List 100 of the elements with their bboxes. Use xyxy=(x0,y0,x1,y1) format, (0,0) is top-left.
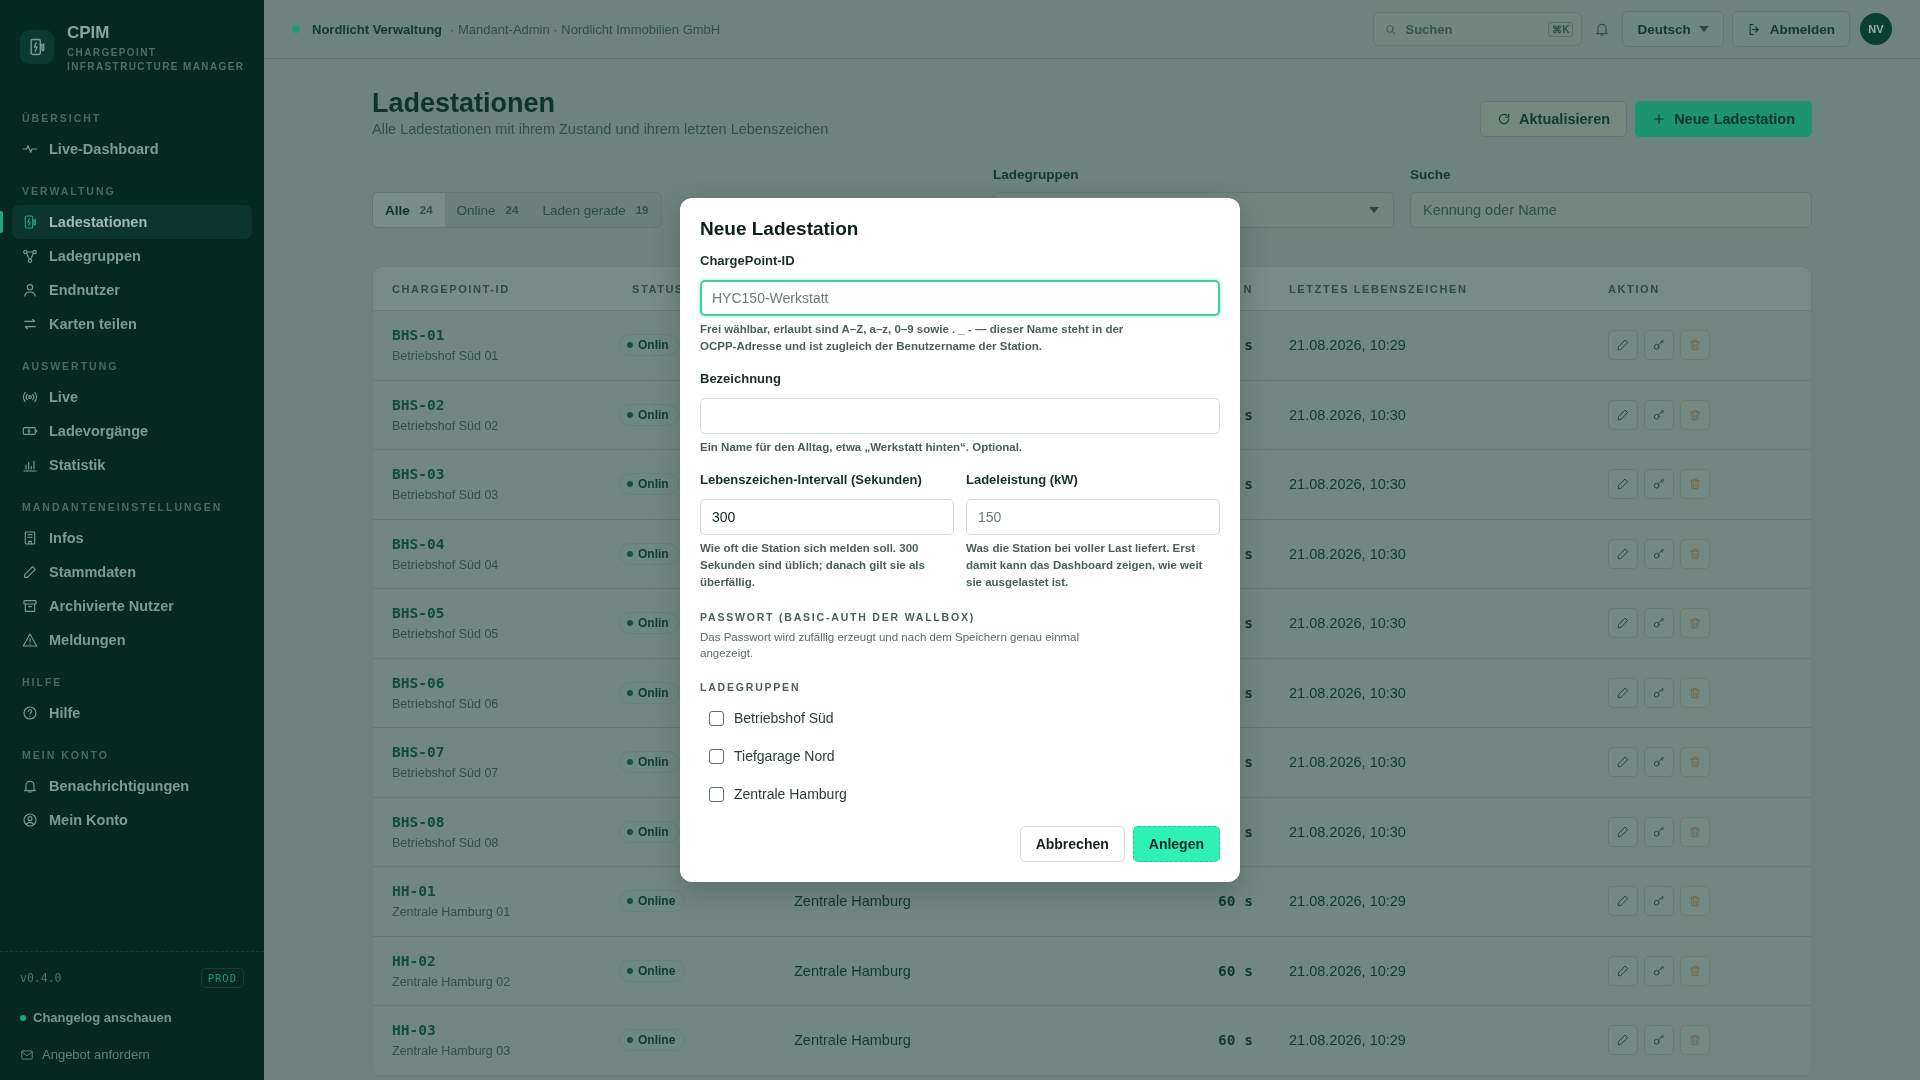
section-heading: MANDANTENEINSTELLUNGEN xyxy=(21,500,224,514)
search-field[interactable]: Kennung oder Name xyxy=(1410,192,1812,228)
page-title: Ladestationen xyxy=(372,87,557,119)
pencil-icon xyxy=(1616,685,1630,700)
key-button[interactable] xyxy=(1644,469,1674,500)
edit-button[interactable] xyxy=(1608,816,1638,847)
delete-button[interactable] xyxy=(1680,747,1710,778)
pencil-icon xyxy=(1616,894,1630,909)
last-seen-cell-text: 21.08.2026, 10:29 xyxy=(1288,962,1407,979)
filter-tab[interactable]: Alle 24 xyxy=(373,193,445,227)
delete-button[interactable] xyxy=(1680,608,1710,639)
nav-item[interactable]: Hilfe xyxy=(12,696,252,730)
shortcut-hint: ⌘K xyxy=(1548,21,1574,37)
nav-item[interactable]: Mein Konto xyxy=(12,803,252,837)
last-seen-cell-text: 21.08.2026, 10:30 xyxy=(1288,823,1407,840)
nav-item[interactable]: Ladegruppen xyxy=(12,239,252,273)
delete-button[interactable] xyxy=(1680,538,1710,569)
group-cell-text: Zentrale Hamburg xyxy=(793,893,912,910)
last-seen-cell-text: 21.08.2026, 10:30 xyxy=(1288,615,1407,632)
chargepoint-id: BHS-06 xyxy=(392,674,446,691)
key-button[interactable] xyxy=(1644,608,1674,639)
station-name: Zentrale Hamburg 02 xyxy=(392,974,512,989)
key-icon xyxy=(1652,407,1666,422)
delete-button[interactable] xyxy=(1680,1025,1710,1056)
edit-button[interactable] xyxy=(1608,399,1638,430)
interval-cell: s xyxy=(1244,684,1253,701)
pencil-icon xyxy=(1616,1033,1630,1048)
field-label: Bezeichnung xyxy=(700,371,782,386)
nav-item[interactable]: Ladevorgänge xyxy=(12,414,252,448)
status-badge: Onlin xyxy=(619,612,679,635)
version-label: v0.4.0 xyxy=(20,971,62,985)
nav-item[interactable]: Endnutzer xyxy=(12,273,252,307)
section-heading: VERWALTUNG xyxy=(21,184,117,198)
bell-icon xyxy=(22,778,38,794)
create-button[interactable]: Anlegen xyxy=(1132,826,1220,862)
status-badge: Onlin xyxy=(619,403,679,426)
nav-item[interactable]: Meldungen xyxy=(12,623,252,657)
nav-item[interactable]: Live-Dashboard xyxy=(12,132,252,166)
language-select[interactable]: Deutsch xyxy=(1622,11,1724,47)
nav-item[interactable]: Infos xyxy=(12,521,252,555)
field-hint: Frei wählbar, erlaubt sind A–Z, a–z, 0–9 sowie . _ - — dieser Name steht in der OCPP-Adresse und ist zugleich der Benutzername der Station. xyxy=(700,322,1125,354)
edit-button[interactable] xyxy=(1608,955,1638,986)
new-station-button[interactable]: Neue Ladestation xyxy=(1635,101,1812,137)
edit-button[interactable] xyxy=(1608,538,1638,569)
key-button[interactable] xyxy=(1644,816,1674,847)
key-button[interactable] xyxy=(1644,1025,1674,1056)
bell-icon[interactable] xyxy=(1594,21,1611,37)
offer-link[interactable]: Angebot anfordern xyxy=(20,1047,244,1062)
key-button[interactable] xyxy=(1644,955,1674,986)
search-placeholder: Suchen xyxy=(1405,21,1454,37)
key-icon xyxy=(1652,824,1666,839)
text-field[interactable]: 300 xyxy=(700,499,954,535)
trash-icon xyxy=(1688,616,1702,631)
checkbox[interactable] xyxy=(709,748,724,764)
edit-button[interactable] xyxy=(1608,608,1638,639)
checkbox[interactable] xyxy=(709,710,724,726)
archive-icon xyxy=(22,598,38,614)
broadcast-icon xyxy=(22,389,38,405)
key-button[interactable] xyxy=(1644,747,1674,778)
field-hint: Wie oft die Station sich melden soll. 300 Sekunden sind üblich; danach gilt sie als überfällig. xyxy=(700,541,926,590)
field-label: Ladeleistung (kW) xyxy=(966,472,1079,487)
edit-button[interactable] xyxy=(1608,1025,1638,1056)
nav-item[interactable]: Statistik xyxy=(12,448,252,482)
delete-button[interactable] xyxy=(1680,886,1710,917)
delete-button[interactable] xyxy=(1680,469,1710,500)
key-button[interactable] xyxy=(1644,538,1674,569)
refresh-icon xyxy=(1497,112,1512,126)
delete-button[interactable] xyxy=(1680,677,1710,708)
changelog-link[interactable]: Changelog anschauen xyxy=(33,1010,172,1025)
column-header: AKTION xyxy=(1607,282,1661,295)
text-field[interactable] xyxy=(700,398,1220,434)
station-name: Betriebshof Süd 07 xyxy=(392,766,500,781)
delete-button[interactable] xyxy=(1680,399,1710,430)
key-button[interactable] xyxy=(1644,677,1674,708)
key-button[interactable] xyxy=(1644,886,1674,917)
delete-button[interactable] xyxy=(1680,816,1710,847)
nav-item[interactable]: Live xyxy=(12,380,252,414)
cancel-button[interactable]: Abbrechen xyxy=(1019,826,1125,862)
text-field[interactable]: HYC150-Werkstatt xyxy=(700,280,1220,316)
edit-button[interactable] xyxy=(1608,747,1638,778)
text-field[interactable]: 150 xyxy=(966,499,1220,535)
section-heading: AUSWERTUNG xyxy=(21,359,120,373)
checkbox-label: Zentrale Hamburg xyxy=(734,786,847,802)
refresh-button[interactable]: Aktualisieren xyxy=(1480,101,1628,137)
edit-button[interactable] xyxy=(1608,886,1638,917)
edit-button[interactable] xyxy=(1608,677,1638,708)
key-button[interactable] xyxy=(1644,330,1674,361)
nav-item[interactable]: Benachrichtigungen xyxy=(12,769,252,803)
delete-button[interactable] xyxy=(1680,330,1710,361)
nav-item[interactable]: Karten teilen xyxy=(12,307,252,341)
delete-button[interactable] xyxy=(1680,955,1710,986)
checkbox[interactable] xyxy=(709,786,724,802)
edit-button[interactable] xyxy=(1608,469,1638,500)
nav-item[interactable]: Archivierte Nutzer xyxy=(12,589,252,623)
user-avatar[interactable]: NV xyxy=(1860,13,1892,45)
edit-button[interactable] xyxy=(1608,330,1638,361)
nav-item[interactable]: Stammdaten xyxy=(12,555,252,589)
logout-button[interactable]: Abmelden xyxy=(1731,11,1850,47)
chargepoint-id: HH-02 xyxy=(392,952,437,969)
key-button[interactable] xyxy=(1644,399,1674,430)
